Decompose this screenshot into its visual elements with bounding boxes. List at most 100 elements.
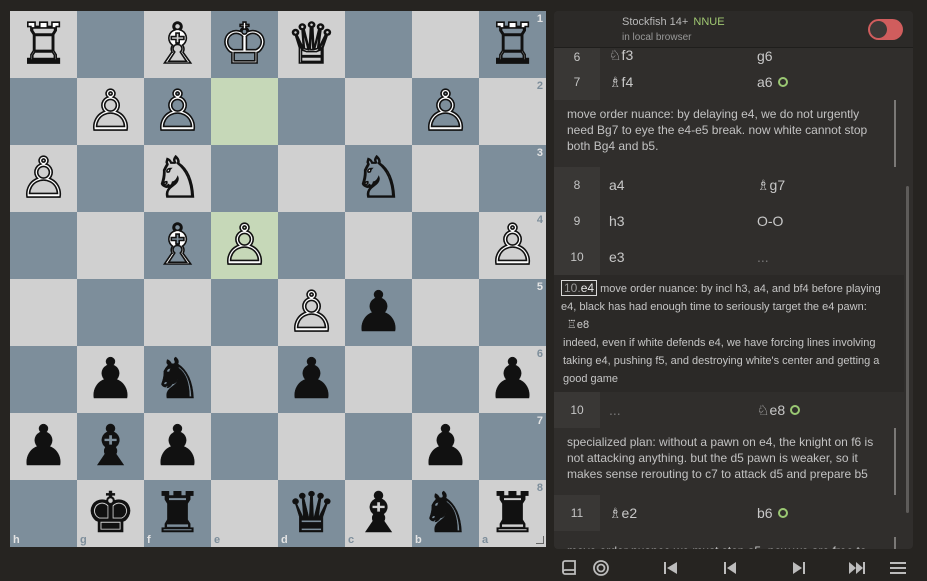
square-d1[interactable]: ♕ (278, 11, 345, 78)
black-queen-icon[interactable]: ♛ (286, 485, 337, 542)
square-h6[interactable] (10, 346, 77, 413)
square-c8[interactable]: ♝ c (345, 480, 412, 547)
white-pawn-icon[interactable]: ♙ (85, 82, 137, 140)
white-rook-icon[interactable]: ♖ (487, 15, 539, 73)
variation-move[interactable]: ♖e8 (567, 319, 589, 331)
black-pawn-icon[interactable]: ♟ (286, 351, 337, 408)
square-d2[interactable] (278, 78, 345, 145)
white-pawn-icon[interactable]: ♙ (420, 82, 472, 140)
square-b6[interactable] (412, 346, 479, 413)
square-f8[interactable]: ♜ f (144, 480, 211, 547)
move-list-scrollbar[interactable] (906, 186, 909, 513)
black-rook-icon[interactable]: ♜ (152, 485, 203, 542)
square-d7[interactable] (278, 413, 345, 480)
white-knight-icon[interactable]: ♘ (152, 149, 204, 207)
move-black[interactable]: ♘e8 (757, 392, 801, 428)
black-bishop-icon[interactable]: ♝ (85, 418, 136, 475)
square-e1[interactable]: ♔ (211, 11, 278, 78)
next-move-icon[interactable] (788, 557, 810, 579)
move-black[interactable]: a6 (757, 64, 788, 100)
square-b3[interactable] (412, 145, 479, 212)
square-g7[interactable]: ♝ (77, 413, 144, 480)
black-pawn-icon[interactable]: ♟ (353, 284, 404, 341)
square-c4[interactable] (345, 212, 412, 279)
move-black[interactable]: g6 (757, 48, 773, 64)
black-pawn-icon[interactable]: ♟ (18, 418, 69, 475)
square-h5[interactable] (10, 279, 77, 346)
square-f5[interactable] (144, 279, 211, 346)
square-d8[interactable]: ♛ d (278, 480, 345, 547)
square-d5[interactable]: ♙ (278, 279, 345, 346)
square-b4[interactable] (412, 212, 479, 279)
square-h8[interactable]: h (10, 480, 77, 547)
target-icon[interactable] (590, 557, 612, 579)
move-white[interactable]: e3 (609, 239, 625, 275)
black-rook-icon[interactable]: ♜ (487, 485, 538, 542)
move-black[interactable]: ♗g7 (757, 167, 785, 203)
square-e3[interactable] (211, 145, 278, 212)
square-f6[interactable]: ♞ (144, 346, 211, 413)
black-pawn-icon[interactable]: ♟ (85, 351, 136, 408)
square-e7[interactable] (211, 413, 278, 480)
menu-icon[interactable] (887, 557, 909, 579)
square-e2[interactable] (211, 78, 278, 145)
square-c5[interactable]: ♟ (345, 279, 412, 346)
move-list[interactable]: 6 ♘f3 g6 7 ♗f4 a6 move order nuance: by … (554, 48, 904, 549)
white-pawn-icon[interactable]: ♙ (286, 283, 338, 341)
board-resize-handle[interactable] (536, 536, 544, 544)
white-bishop-icon[interactable]: ♗ (152, 15, 204, 73)
square-e4[interactable]: ♙ (211, 212, 278, 279)
square-a5[interactable]: 5 (479, 279, 546, 346)
square-f7[interactable]: ♟ (144, 413, 211, 480)
square-a2[interactable]: 2 (479, 78, 546, 145)
square-f2[interactable]: ♙ (144, 78, 211, 145)
black-pawn-icon[interactable]: ♟ (487, 351, 538, 408)
white-king-icon[interactable]: ♔ (219, 15, 271, 73)
variation-move-active[interactable]: 10.e4 (561, 280, 598, 296)
square-h1[interactable]: ♖ (10, 11, 77, 78)
square-a3[interactable]: 3 (479, 145, 546, 212)
square-a1[interactable]: ♖ 1 (479, 11, 546, 78)
black-pawn-icon[interactable]: ♟ (420, 418, 471, 475)
move-white[interactable]: ♗e2 (609, 495, 637, 531)
square-f4[interactable]: ♗ (144, 212, 211, 279)
square-b2[interactable]: ♙ (412, 78, 479, 145)
square-a7[interactable]: 7 (479, 413, 546, 480)
square-c3[interactable]: ♘ (345, 145, 412, 212)
square-h3[interactable]: ♙ (10, 145, 77, 212)
square-g5[interactable] (77, 279, 144, 346)
square-b8[interactable]: ♞ b (412, 480, 479, 547)
white-pawn-icon[interactable]: ♙ (487, 216, 539, 274)
move-white[interactable]: h3 (609, 203, 625, 239)
black-pawn-icon[interactable]: ♟ (152, 418, 203, 475)
square-f3[interactable]: ♘ (144, 145, 211, 212)
move-white[interactable]: ♘f3 (609, 48, 633, 64)
black-bishop-icon[interactable]: ♝ (353, 485, 404, 542)
square-h7[interactable]: ♟ (10, 413, 77, 480)
square-e6[interactable] (211, 346, 278, 413)
square-f1[interactable]: ♗ (144, 11, 211, 78)
square-b7[interactable]: ♟ (412, 413, 479, 480)
square-d6[interactable]: ♟ (278, 346, 345, 413)
last-move-icon[interactable] (846, 557, 868, 579)
black-king-icon[interactable]: ♚ (85, 485, 136, 542)
first-move-icon[interactable] (660, 557, 682, 579)
square-h2[interactable] (10, 78, 77, 145)
book-icon[interactable] (558, 557, 580, 579)
black-knight-icon[interactable]: ♞ (152, 351, 203, 408)
square-g4[interactable] (77, 212, 144, 279)
square-d4[interactable] (278, 212, 345, 279)
square-e5[interactable] (211, 279, 278, 346)
white-knight-icon[interactable]: ♘ (353, 149, 405, 207)
square-d3[interactable] (278, 145, 345, 212)
square-c7[interactable] (345, 413, 412, 480)
move-white[interactable]: ♗f4 (609, 64, 633, 100)
square-g2[interactable]: ♙ (77, 78, 144, 145)
square-h4[interactable] (10, 212, 77, 279)
square-a4[interactable]: ♙ 4 (479, 212, 546, 279)
square-a6[interactable]: ♟ 6 (479, 346, 546, 413)
black-knight-icon[interactable]: ♞ (420, 485, 471, 542)
move-black[interactable]: b6 (757, 495, 788, 531)
square-g3[interactable] (77, 145, 144, 212)
move-black[interactable]: O-O (757, 203, 783, 239)
